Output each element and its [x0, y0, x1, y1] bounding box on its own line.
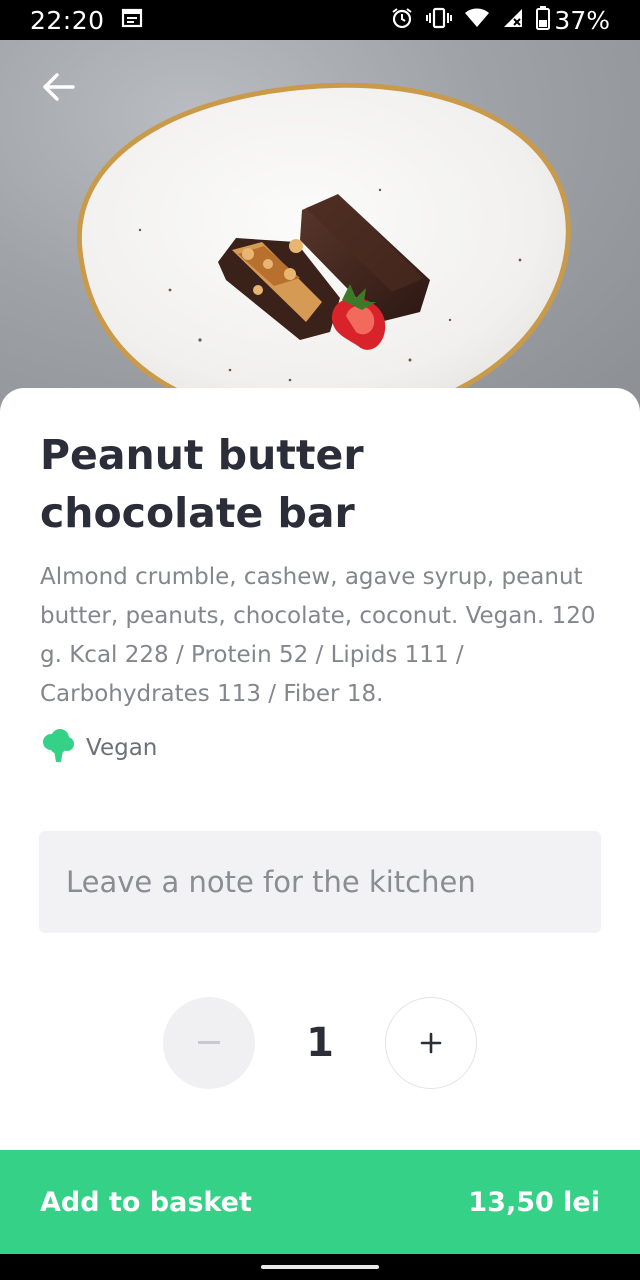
quantity-value: 1	[306, 1020, 334, 1066]
arrow-left-icon	[43, 73, 75, 101]
plus-icon	[420, 1032, 442, 1054]
battery-icon	[536, 6, 551, 34]
hero-image	[0, 40, 640, 420]
product-details-sheet: Peanut butter chocolate bar Almond crumb…	[0, 388, 640, 1150]
product-description: Almond crumble, cashew, agave syrup, pea…	[40, 564, 596, 707]
dietary-tag: Vegan	[40, 728, 157, 768]
status-time: 22:20	[30, 5, 105, 35]
alarm-icon	[390, 6, 414, 34]
back-button[interactable]	[34, 64, 84, 110]
increase-quantity-button[interactable]	[385, 997, 477, 1089]
wifi-icon	[464, 7, 490, 33]
status-left: 22:20	[30, 6, 143, 35]
signal-icon	[502, 7, 524, 33]
status-right: 37%	[390, 6, 610, 35]
basket-label: Add to basket	[40, 1186, 252, 1218]
battery: 37%	[536, 6, 610, 35]
product-photo	[76, 82, 571, 420]
minus-icon	[198, 1041, 220, 1044]
home-indicator[interactable]	[261, 1265, 379, 1269]
tag-label: Vegan	[86, 735, 158, 761]
calendar-icon	[121, 8, 143, 32]
quantity-stepper: 1	[0, 997, 640, 1089]
system-nav-bar	[0, 1254, 640, 1280]
broccoli-icon	[40, 728, 76, 768]
vibrate-icon	[426, 7, 453, 33]
battery-percent: 37%	[554, 5, 610, 35]
decrease-quantity-button[interactable]	[163, 997, 255, 1089]
kitchen-note-input[interactable]	[39, 831, 601, 933]
basket-price: 13,50 lei	[468, 1186, 600, 1218]
product-title: Peanut butter chocolate bar	[40, 431, 364, 537]
status-bar: 22:20 37%	[0, 0, 640, 40]
add-to-basket-button[interactable]: Add to basket 13,50 lei	[0, 1150, 640, 1254]
